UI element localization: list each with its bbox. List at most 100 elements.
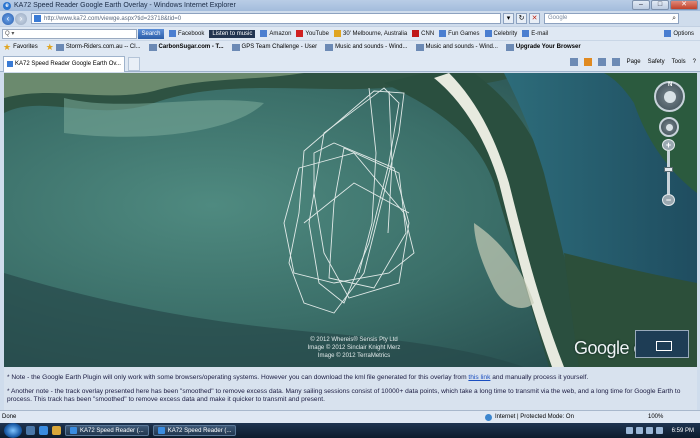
star-icon: ★ xyxy=(3,41,12,52)
address-bar[interactable]: http://www.ka72.com/viewge.aspx?tid=2371… xyxy=(31,13,501,24)
note-smoothing: * Another note - the track overlay prese… xyxy=(7,388,681,403)
overview-minimap[interactable] xyxy=(635,330,689,358)
start-button[interactable] xyxy=(4,423,22,438)
link-email[interactable]: E-mail xyxy=(522,30,548,37)
fav-item-gps-team[interactable]: GPS Team Challenge - User xyxy=(231,43,317,51)
stop-button[interactable]: ✕ xyxy=(529,13,540,24)
safety-menu[interactable]: Safety xyxy=(648,59,665,65)
minimize-button[interactable]: – xyxy=(632,0,650,10)
status-bar: Done Internet | Protected Mode: On 100% xyxy=(0,410,700,423)
link-youtube[interactable]: YouTube xyxy=(296,30,329,37)
ie-logo-icon: e xyxy=(3,1,11,10)
satellite-imagery xyxy=(4,73,697,367)
back-button[interactable]: ‹ xyxy=(2,12,14,25)
security-zone[interactable]: Internet | Protected Mode: On xyxy=(485,411,574,423)
quicklaunch-desktop-icon[interactable] xyxy=(26,426,35,435)
eye-icon[interactable] xyxy=(664,91,676,103)
magnifier-icon[interactable]: ⌕ xyxy=(672,14,676,23)
facebook-icon xyxy=(169,30,176,37)
link-cnn[interactable]: CNN xyxy=(412,30,434,37)
hand-icon[interactable] xyxy=(666,124,673,131)
taskbar-item-1[interactable]: KA72 Speed Reader (... xyxy=(65,425,149,436)
maximize-button[interactable]: □ xyxy=(651,0,669,10)
toolbar-search-button[interactable]: Search xyxy=(138,28,164,39)
compat-view-button[interactable]: ▾ xyxy=(503,13,514,24)
page-menu[interactable]: Page xyxy=(627,59,641,65)
fav-item-storm-riders[interactable]: ★ Storm-Riders.com.au -- Cl... xyxy=(46,42,141,53)
zoom-slider-handle[interactable] xyxy=(664,167,673,172)
search-placeholder: Google xyxy=(548,15,568,21)
weather-icon xyxy=(333,30,341,37)
address-row: ‹ › http://www.ka72.com/viewge.aspx?tid=… xyxy=(0,11,700,26)
tray-icon[interactable] xyxy=(625,427,633,434)
ie-icon xyxy=(157,427,165,434)
kml-download-link[interactable]: this link xyxy=(468,374,490,381)
clock[interactable]: 6:59 PM xyxy=(672,428,694,434)
note-plugin: * Note - the Google Earth Plugin will on… xyxy=(7,374,589,381)
toolbar-search-input[interactable]: Q ▾ xyxy=(2,28,137,39)
help-icon[interactable]: ? xyxy=(693,59,696,65)
browser-window: e KA72 Speed Reader Google Earth Overlay… xyxy=(0,0,700,438)
games-icon xyxy=(439,30,447,37)
google-earth-viewport[interactable]: © 2012 Whereis® Sensis Pty Ltd Image © 2… xyxy=(4,73,697,367)
email-icon xyxy=(522,30,530,37)
ie-icon xyxy=(70,427,77,434)
fav-item-music-2[interactable]: Music and sounds - Wind... xyxy=(415,43,498,51)
link-weather[interactable]: 30' Melbourne, Australia xyxy=(333,30,407,37)
window-controls: – □ ✕ xyxy=(631,0,698,10)
link-music[interactable]: Listen to music xyxy=(209,29,256,38)
tab-active[interactable]: KA72 Speed Reader Google Earth Ov... xyxy=(3,56,125,72)
fav-item-carbonsugar[interactable]: CarbonSugar.com - T... xyxy=(148,43,224,51)
add-favorite-icon: ★ xyxy=(45,41,54,52)
site-icon xyxy=(325,43,334,51)
link-amazon[interactable]: Amazon xyxy=(260,30,291,37)
taskbar-item-2[interactable]: KA72 Speed Reader (... xyxy=(152,425,237,436)
system-tray: 6:59 PM xyxy=(625,427,700,434)
zoom-in-button[interactable]: + xyxy=(662,139,675,151)
page-icon xyxy=(34,15,41,22)
zoom-out-button[interactable]: − xyxy=(662,194,675,206)
link-fun-games[interactable]: Fun Games xyxy=(439,30,480,37)
quicklaunch-ie-icon[interactable] xyxy=(39,426,48,435)
north-indicator[interactable]: N xyxy=(668,82,672,88)
site-icon xyxy=(55,43,64,51)
notes-section: * Note - the Google Earth Plugin will on… xyxy=(4,367,697,410)
taskbar: KA72 Speed Reader (... KA72 Speed Reader… xyxy=(0,423,700,438)
zoom-level[interactable]: 100% xyxy=(648,411,663,423)
network-icon[interactable] xyxy=(645,427,653,434)
tools-menu[interactable]: Tools xyxy=(672,59,686,65)
fav-item-upgrade-browser[interactable]: Upgrade Your Browser xyxy=(505,43,581,51)
refresh-button[interactable]: ↻ xyxy=(516,13,527,24)
celebrity-icon xyxy=(484,30,492,37)
tab-row: KA72 Speed Reader Google Earth Ov... Pag… xyxy=(0,53,700,72)
google-search-input[interactable]: Google ⌕ xyxy=(544,13,679,24)
status-text: Done xyxy=(2,414,17,420)
youtube-icon xyxy=(296,30,304,37)
new-tab-button[interactable] xyxy=(128,57,140,71)
read-mail-icon[interactable] xyxy=(597,58,606,66)
look-around-control[interactable]: N xyxy=(654,81,685,112)
tray-icon[interactable] xyxy=(635,427,643,434)
volume-icon[interactable] xyxy=(655,427,663,434)
fav-item-music-1[interactable]: Music and sounds - Wind... xyxy=(325,43,408,51)
site-icon xyxy=(505,43,514,51)
site-icon xyxy=(148,43,157,51)
gear-icon xyxy=(664,30,672,37)
link-celebrity[interactable]: Celebrity xyxy=(484,30,517,37)
print-icon[interactable] xyxy=(611,58,620,66)
options-button[interactable]: Options xyxy=(664,30,694,37)
site-icon xyxy=(231,43,240,51)
title-bar: e KA72 Speed Reader Google Earth Overlay… xyxy=(0,0,700,11)
home-icon[interactable] xyxy=(569,58,578,66)
link-facebook[interactable]: Facebook xyxy=(169,30,204,37)
links-toolbar: Q ▾ Search Facebook Listen to music Amaz… xyxy=(0,26,700,40)
favorites-button[interactable]: ★ Favorites xyxy=(3,42,38,53)
feeds-icon[interactable] xyxy=(583,58,592,66)
command-bar: Page Safety Tools ? xyxy=(564,58,696,66)
favorites-bar: ★ Favorites ★ Storm-Riders.com.au -- Cl...… xyxy=(0,40,700,53)
zoom-slider-track[interactable] xyxy=(667,151,670,195)
close-window-button[interactable]: ✕ xyxy=(670,0,698,10)
quicklaunch-explorer-icon[interactable] xyxy=(52,426,61,435)
forward-button[interactable]: › xyxy=(15,12,27,25)
move-control[interactable] xyxy=(659,117,679,137)
